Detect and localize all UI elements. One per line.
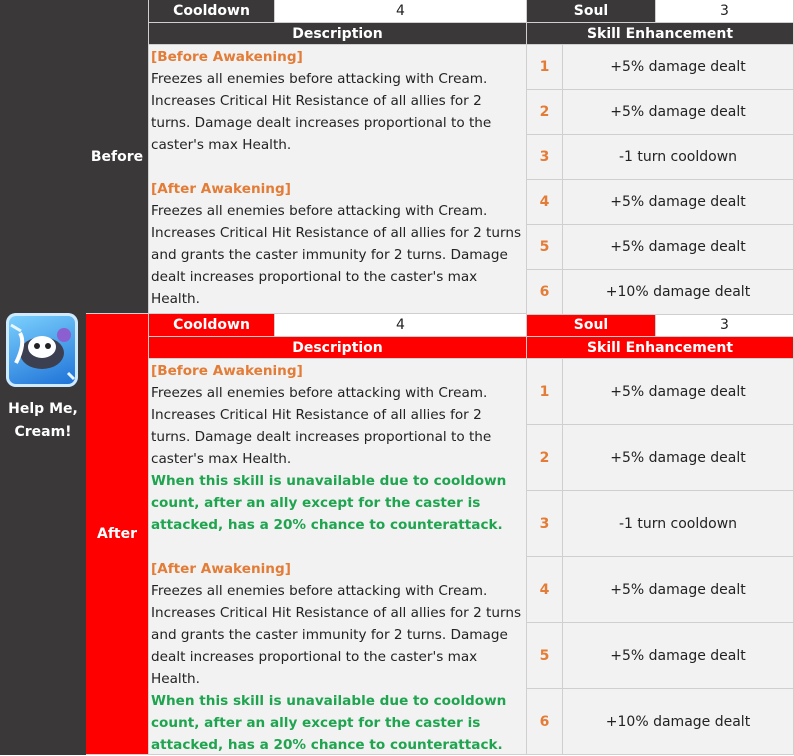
- after-awakening-text: Freezes all enemies before attacking wit…: [151, 203, 522, 307]
- skill-name-line2: Cream!: [14, 424, 72, 440]
- after-enhancement-header: Skill Enhancement: [527, 337, 794, 359]
- before-row-label: Before: [86, 0, 149, 314]
- skill-name: Help Me, Cream!: [0, 398, 86, 444]
- before-enhancement-level-2: 2: [527, 90, 563, 135]
- after-enhancement-effect-4: +5% damage dealt: [563, 557, 794, 623]
- before-description-header: Description: [149, 23, 527, 45]
- skill-table: Help Me, Cream! Before Cooldown 4 Soul 3…: [0, 0, 794, 755]
- before-description: [Before Awakening] Freezes all enemies b…: [149, 45, 527, 314]
- before-enhancement-effect-3: -1 turn cooldown: [563, 135, 794, 180]
- before-enhancement-effect-1: +5% damage dealt: [563, 45, 794, 90]
- before-awakening-tag: [Before Awakening]: [151, 49, 303, 65]
- after-enhancement-effect-3: -1 turn cooldown: [563, 491, 794, 557]
- after-enhancement-level-5: 5: [527, 623, 563, 689]
- skill-name-line1: Help Me,: [8, 401, 78, 417]
- before-awakening-text: Freezes all enemies before attacking wit…: [151, 71, 492, 153]
- before-enhancement-header: Skill Enhancement: [527, 23, 794, 45]
- after-awakening-new-effect: When this skill is unavailable due to co…: [151, 693, 507, 753]
- after-enhancement-level-1: 1: [527, 359, 563, 425]
- after-awakening-tag: [After Awakening]: [151, 561, 291, 577]
- after-row-label: After: [86, 314, 149, 755]
- before-cooldown-header: Cooldown: [149, 0, 275, 23]
- before-enhancement-level-3: 3: [527, 135, 563, 180]
- before-enhancement-level-6: 6: [527, 270, 563, 315]
- after-soul-header: Soul: [527, 314, 656, 337]
- after-awakening-tag: [After Awakening]: [151, 181, 291, 197]
- before-awakening-tag: [Before Awakening]: [151, 363, 303, 379]
- before-enhancement-effect-6: +10% damage dealt: [563, 270, 794, 315]
- after-enhancement-level-3: 3: [527, 491, 563, 557]
- before-soul-value: 3: [656, 0, 794, 23]
- before-soul-header: Soul: [527, 0, 656, 23]
- before-awakening-new-effect: When this skill is unavailable due to co…: [151, 473, 507, 533]
- after-enhancement-level-4: 4: [527, 557, 563, 623]
- after-enhancement-effect-5: +5% damage dealt: [563, 623, 794, 689]
- after-description: [Before Awakening] Freezes all enemies b…: [149, 359, 527, 755]
- after-enhancement-effect-2: +5% damage dealt: [563, 425, 794, 491]
- cream-skill-icon: [6, 313, 78, 387]
- before-enhancement-effect-2: +5% damage dealt: [563, 90, 794, 135]
- before-awakening-text: Freezes all enemies before attacking wit…: [151, 385, 492, 467]
- after-cooldown-header: Cooldown: [149, 314, 275, 337]
- after-awakening-text: Freezes all enemies before attacking wit…: [151, 583, 522, 687]
- before-enhancement-level-5: 5: [527, 225, 563, 270]
- after-cooldown-value: 4: [275, 314, 527, 337]
- after-enhancement-effect-1: +5% damage dealt: [563, 359, 794, 425]
- cream-illustration: [10, 323, 76, 381]
- after-description-header: Description: [149, 337, 527, 359]
- before-enhancement-effect-5: +5% damage dealt: [563, 225, 794, 270]
- after-enhancement-level-2: 2: [527, 425, 563, 491]
- before-enhancement-effect-4: +5% damage dealt: [563, 180, 794, 225]
- before-cooldown-value: 4: [275, 0, 527, 23]
- before-enhancement-level-4: 4: [527, 180, 563, 225]
- after-enhancement-level-6: 6: [527, 689, 563, 755]
- after-enhancement-effect-6: +10% damage dealt: [563, 689, 794, 755]
- after-soul-value: 3: [656, 314, 794, 337]
- before-enhancement-level-1: 1: [527, 45, 563, 90]
